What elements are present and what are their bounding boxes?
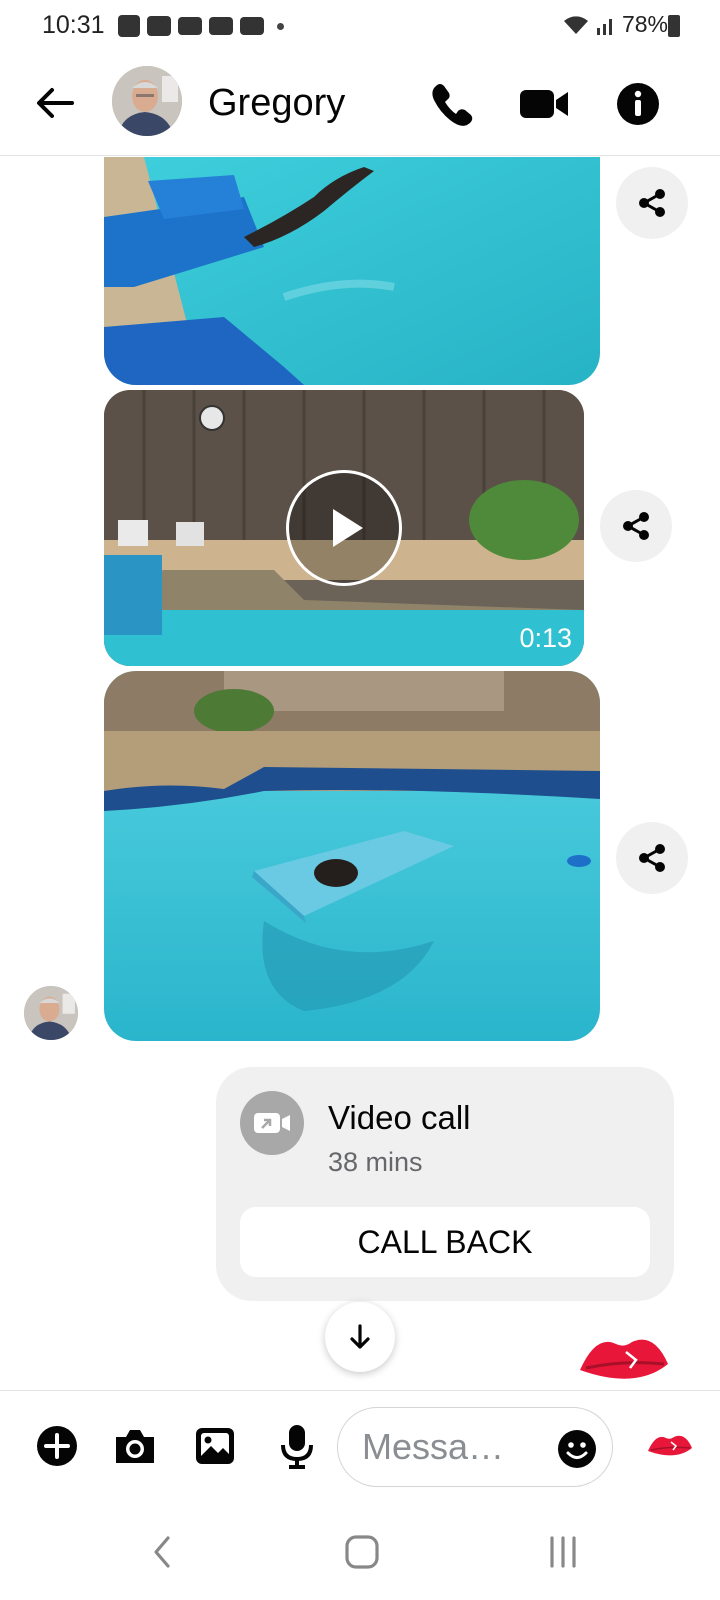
arrow-left-icon[interactable] [30, 78, 80, 128]
contact-avatar[interactable] [112, 66, 182, 136]
youtube-icon [240, 17, 264, 35]
share-icon [639, 844, 665, 872]
camera-button[interactable] [110, 1421, 160, 1471]
message-input[interactable] [362, 1422, 548, 1472]
messenger-chat-screen: 10:31 78% Gregory 0:13 Video call 38 min… [0, 0, 720, 1600]
battery-percent: 78% [621, 11, 668, 37]
notification-icons [118, 15, 284, 37]
kiss-lips-icon [580, 1339, 668, 1379]
video-duration: 0:13 [519, 623, 572, 653]
gallery-icon [196, 1428, 234, 1464]
system-nav-bar [0, 1504, 720, 1600]
plus-icon [37, 1426, 77, 1466]
phone-icon[interactable] [426, 78, 478, 130]
camera-icon [116, 1430, 154, 1463]
video-message[interactable]: 0:13 [104, 390, 584, 666]
contact-name[interactable]: Gregory [208, 82, 345, 125]
wifi-icon [563, 15, 588, 34]
call-title: Video call [328, 1099, 471, 1136]
kiss-lips-icon [648, 1435, 692, 1456]
youtube-icon [178, 17, 202, 35]
info-icon[interactable] [612, 78, 664, 130]
home-icon[interactable] [337, 1532, 387, 1572]
call-duration: 38 mins [328, 1147, 423, 1177]
back-icon[interactable] [138, 1532, 188, 1572]
status-right: 78% [562, 11, 668, 38]
dot-icon [277, 22, 284, 30]
scroll-to-bottom-button[interactable] [325, 1302, 395, 1372]
status-time: 10:31 [42, 11, 105, 39]
microphone-button[interactable] [272, 1421, 322, 1471]
photo-message[interactable] [104, 671, 600, 1041]
emoji-icon[interactable] [556, 1428, 598, 1470]
youtube-icon [209, 17, 233, 35]
recents-icon[interactable] [538, 1532, 588, 1572]
play-icon [333, 509, 363, 547]
photo-message[interactable] [104, 157, 600, 385]
folder-icon [147, 16, 171, 36]
signal-icon [596, 18, 612, 35]
plus-button[interactable] [32, 1421, 82, 1471]
shopping-icon [118, 15, 140, 37]
arrow-down-icon [350, 1324, 370, 1349]
sender-avatar[interactable] [24, 986, 78, 1040]
share-button[interactable] [600, 490, 672, 562]
share-button[interactable] [616, 822, 688, 894]
message-composer [0, 1390, 720, 1504]
status-bar: 10:31 78% [0, 0, 720, 52]
chat-header: Gregory [0, 52, 720, 156]
video-call-card: Video call 38 mins CALL BACK [216, 1067, 674, 1301]
share-icon [623, 512, 649, 540]
battery-icon [668, 15, 680, 37]
gallery-button[interactable] [190, 1421, 240, 1471]
message-input-wrapper [337, 1407, 613, 1487]
share-button[interactable] [616, 167, 688, 239]
video-camera-icon[interactable] [518, 78, 570, 130]
microphone-icon [281, 1425, 313, 1469]
share-icon [639, 189, 665, 217]
call-back-button[interactable]: CALL BACK [240, 1207, 650, 1277]
quick-reaction-button[interactable] [642, 1421, 698, 1471]
video-call-icon [240, 1091, 304, 1155]
play-button[interactable] [286, 470, 402, 586]
